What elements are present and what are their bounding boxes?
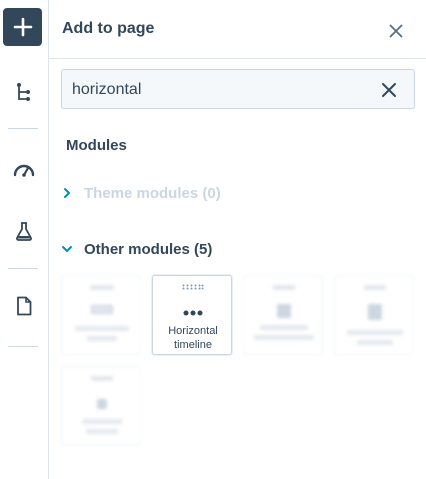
chevron-right-icon bbox=[59, 185, 75, 201]
tile-placeholder bbox=[364, 285, 386, 290]
module-thumbnail bbox=[97, 399, 107, 409]
tile-placeholder bbox=[260, 325, 308, 330]
tile-placeholder bbox=[90, 285, 114, 290]
optimize-button[interactable] bbox=[0, 154, 48, 184]
search-input[interactable] bbox=[72, 79, 362, 101]
module-label: Horizontal timeline bbox=[168, 325, 218, 351]
rail-divider bbox=[8, 128, 38, 129]
tile-placeholder bbox=[82, 419, 122, 424]
close-icon bbox=[382, 83, 396, 97]
plus-icon bbox=[13, 17, 32, 37]
theme-modules-label: Theme modules (0) bbox=[84, 184, 221, 202]
panel-header: Add to page bbox=[49, 0, 426, 59]
gauge-icon bbox=[13, 164, 35, 177]
tree-icon bbox=[17, 83, 30, 101]
clear-search-button[interactable] bbox=[378, 79, 400, 101]
tile-placeholder bbox=[91, 376, 113, 381]
close-icon bbox=[389, 24, 403, 38]
flask-icon bbox=[16, 222, 32, 241]
structure-button[interactable] bbox=[0, 77, 48, 107]
left-toolbar bbox=[0, 0, 49, 479]
module-tile[interactable] bbox=[243, 275, 323, 355]
horizontal-timeline-tile[interactable]: Horizontal timeline bbox=[152, 275, 232, 355]
module-thumbnail bbox=[277, 304, 291, 318]
other-modules-toggle[interactable]: Other modules (5) bbox=[59, 237, 212, 261]
tile-placeholder bbox=[357, 340, 393, 345]
search-box bbox=[61, 69, 415, 109]
close-panel-button[interactable] bbox=[382, 17, 410, 45]
other-modules-label: Other modules (5) bbox=[84, 240, 213, 258]
tile-placeholder bbox=[347, 330, 403, 335]
modules-heading: Modules bbox=[66, 137, 127, 154]
tile-placeholder bbox=[87, 336, 117, 341]
panel-title: Add to page bbox=[62, 20, 155, 37]
module-tile[interactable] bbox=[61, 275, 141, 355]
tile-placeholder bbox=[273, 285, 295, 290]
page-button[interactable] bbox=[0, 291, 48, 321]
document-icon bbox=[17, 296, 32, 316]
theme-modules-toggle[interactable]: Theme modules (0) bbox=[59, 181, 221, 205]
module-thumbnail bbox=[368, 304, 382, 320]
test-button[interactable] bbox=[0, 216, 48, 246]
rail-divider bbox=[8, 346, 38, 347]
tile-placeholder bbox=[75, 326, 129, 331]
module-tile[interactable] bbox=[334, 275, 414, 355]
tile-placeholder bbox=[254, 335, 314, 340]
tile-placeholder bbox=[86, 429, 118, 434]
add-to-page-panel: Add to page Modules Theme modules (0) bbox=[49, 0, 426, 479]
chevron-down-icon bbox=[59, 241, 75, 257]
drag-handle-icon bbox=[182, 284, 204, 290]
timeline-icon bbox=[183, 310, 203, 316]
add-button[interactable] bbox=[3, 8, 42, 46]
rail-divider bbox=[8, 268, 38, 269]
module-tile[interactable] bbox=[61, 366, 141, 446]
module-thumbnail bbox=[91, 305, 113, 314]
